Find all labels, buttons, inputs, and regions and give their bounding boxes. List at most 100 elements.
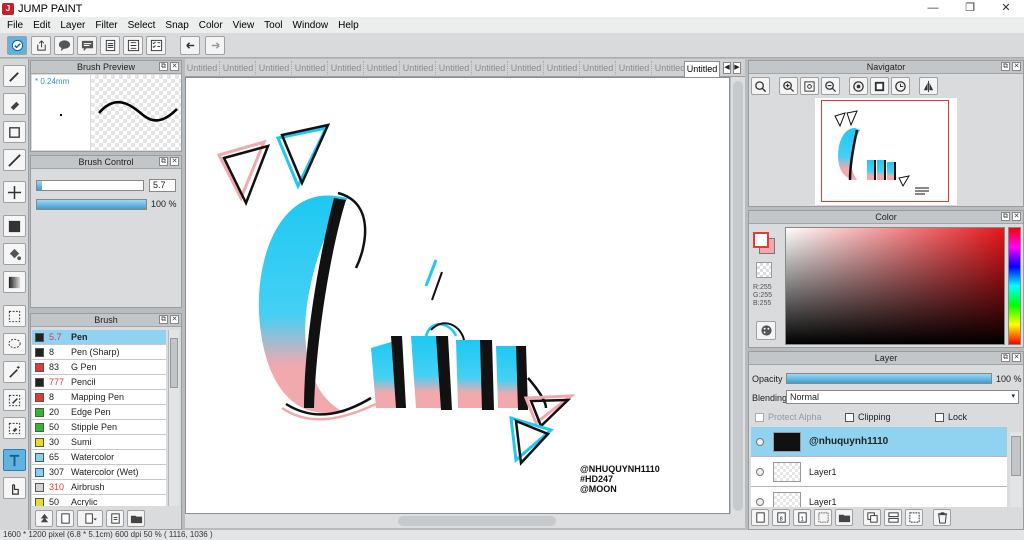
brush-settings-button[interactable]	[106, 510, 124, 527]
panel-close-icon[interactable]: ✕	[1012, 212, 1021, 221]
magic-wand-tool[interactable]	[3, 361, 26, 383]
brush-opacity-slider[interactable]	[36, 199, 147, 210]
menu-edit[interactable]: Edit	[28, 20, 55, 31]
foreground-color-swatch[interactable]	[753, 232, 769, 248]
tab-untitled[interactable]: Untitled	[509, 61, 544, 77]
tab-untitled[interactable]: Untitled	[185, 61, 220, 77]
checklist-button[interactable]	[146, 36, 166, 55]
bucket-tool[interactable]	[3, 243, 26, 265]
undo-button[interactable]	[180, 36, 200, 55]
clear-layer-button[interactable]	[905, 509, 923, 526]
brush-tree-button[interactable]	[35, 510, 53, 527]
menu-filter[interactable]: Filter	[90, 20, 122, 31]
panel-close-icon[interactable]: ✕	[1012, 353, 1021, 362]
delete-layer-button[interactable]	[933, 509, 951, 526]
eye-icon[interactable]	[756, 467, 764, 476]
rotate-left-button[interactable]	[849, 77, 868, 95]
shape-tool[interactable]	[3, 121, 26, 143]
menu-tool[interactable]: Tool	[259, 20, 287, 31]
blending-select[interactable]: Normal ▾	[786, 390, 1019, 404]
brush-item-stipple-pen[interactable]: 50 Stipple Pen	[32, 420, 166, 435]
merge-layer-button[interactable]	[884, 509, 902, 526]
message-button[interactable]	[77, 36, 97, 55]
brush-size-input[interactable]: 5.7	[149, 179, 176, 192]
canvas-horizontal-scrollbar[interactable]	[185, 514, 745, 528]
panel-close-icon[interactable]: ✕	[170, 315, 179, 324]
layer-row[interactable]: Layer1	[751, 457, 1007, 487]
brush-item-airbrush[interactable]: 310 Airbrush	[32, 480, 166, 495]
brush-item-mapping-pen[interactable]: 8 Mapping Pen	[32, 390, 166, 405]
popout-icon[interactable]: ⧉	[1001, 212, 1010, 221]
layer-list-scrollbar[interactable]	[1010, 432, 1022, 507]
brush-item-pencil[interactable]: 777 Pencil	[32, 375, 166, 390]
menu-layer[interactable]: Layer	[55, 20, 90, 31]
eye-icon[interactable]	[756, 437, 764, 446]
menu-help[interactable]: Help	[333, 20, 364, 31]
list-button[interactable]	[123, 36, 143, 55]
menu-select[interactable]: Select	[123, 20, 161, 31]
tab-untitled[interactable]: Untitled	[473, 61, 508, 77]
brush-item-watercolor[interactable]: 65 Watercolor	[32, 450, 166, 465]
brush-item-g-pen[interactable]: 83 G Pen	[32, 360, 166, 375]
tab-untitled[interactable]: Untitled	[221, 61, 256, 77]
hand-tool[interactable]	[3, 477, 26, 499]
menu-view[interactable]: View	[228, 20, 260, 31]
panel-close-icon[interactable]: ✕	[1012, 62, 1021, 71]
hue-slider[interactable]	[1008, 227, 1021, 345]
tab-untitled[interactable]: Untitled	[581, 61, 616, 77]
text-tool[interactable]	[3, 449, 26, 471]
protect-alpha-checkbox[interactable]: Protect Alpha	[755, 412, 822, 423]
zoom-out-button[interactable]	[821, 77, 840, 95]
brush-folder-button[interactable]	[127, 510, 145, 527]
transparent-color-swatch[interactable]	[756, 262, 772, 278]
tab-untitled[interactable]: Untitled	[653, 61, 688, 77]
lock-checkbox[interactable]: Lock	[935, 412, 967, 423]
tab-untitled[interactable]: Untitled	[437, 61, 472, 77]
gradient-tool[interactable]	[3, 271, 26, 293]
brush-list-scrollbar[interactable]	[168, 330, 179, 506]
new-layer-1bit-button[interactable]: 1	[793, 509, 811, 526]
minimize-button[interactable]: —	[918, 0, 948, 17]
tab-untitled[interactable]: Untitled	[617, 61, 652, 77]
brush-menu-button[interactable]	[77, 510, 103, 527]
popout-icon[interactable]: ⧉	[159, 315, 168, 324]
brush-item-pen[interactable]: 5.7 Pen	[32, 330, 166, 345]
new-layer-button[interactable]	[751, 509, 769, 526]
line-tool[interactable]	[3, 149, 26, 171]
rect-select-tool[interactable]	[3, 305, 26, 327]
brush-size-slider[interactable]	[36, 180, 144, 191]
tab-scroll-left-button[interactable]: ◀	[723, 62, 731, 74]
redo-button[interactable]	[205, 36, 225, 55]
menu-file[interactable]: File	[2, 20, 28, 31]
brush-tool[interactable]	[3, 65, 26, 87]
tab-untitled[interactable]: Untitled	[329, 61, 364, 77]
menu-color[interactable]: Color	[194, 20, 228, 31]
fill-tool[interactable]	[3, 215, 26, 237]
tab-untitled[interactable]: Untitled	[293, 61, 328, 77]
reset-view-button[interactable]	[870, 77, 889, 95]
color-palette-button[interactable]	[756, 321, 776, 340]
tab-untitled[interactable]: Untitled	[257, 61, 292, 77]
fit-button[interactable]	[800, 77, 819, 95]
popout-icon[interactable]: ⧉	[1001, 62, 1010, 71]
popout-icon[interactable]: ⧉	[159, 157, 168, 166]
brush-item-edge-pen[interactable]: 20 Edge Pen	[32, 405, 166, 420]
canvas-vertical-scrollbar[interactable]	[731, 77, 745, 514]
rotate-right-button[interactable]	[891, 77, 910, 95]
zoom-in-button[interactable]	[779, 77, 798, 95]
zoom-button[interactable]	[751, 77, 770, 95]
drawing-canvas[interactable]: @NHUQUYNH1110 #HD247 @MOON	[185, 77, 730, 514]
navigator-thumbnail[interactable]	[815, 98, 957, 205]
select-eraser-tool[interactable]	[3, 417, 26, 439]
select-pen-tool[interactable]	[3, 389, 26, 411]
panel-close-icon[interactable]: ✕	[170, 62, 179, 71]
tab-scroll-right-button[interactable]: ▶	[733, 62, 741, 74]
duplicate-layer-button[interactable]	[863, 509, 881, 526]
document-button[interactable]	[100, 36, 120, 55]
saturation-value-picker[interactable]	[785, 227, 1005, 345]
panel-close-icon[interactable]: ✕	[170, 157, 179, 166]
tab-untitled[interactable]: Untitled	[365, 61, 400, 77]
brush-item-acrylic[interactable]: 50 Acrylic	[32, 495, 166, 506]
menu-window[interactable]: Window	[288, 20, 334, 31]
comment-button[interactable]	[54, 36, 74, 55]
